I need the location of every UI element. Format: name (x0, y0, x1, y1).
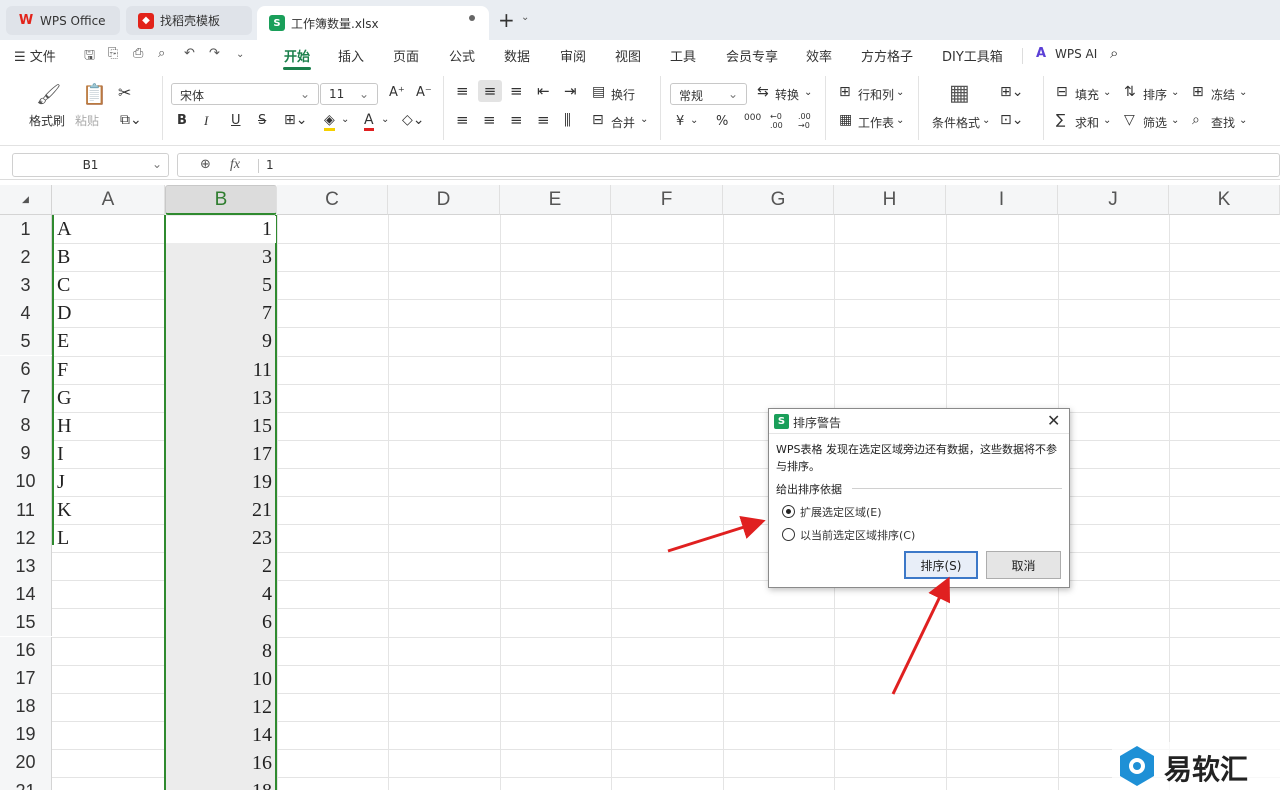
watermark-logo-icon (1120, 746, 1154, 786)
annotation-arrows (667, 515, 950, 695)
watermark-text: 易软汇 (1164, 753, 1249, 786)
watermark: 易软汇 (1112, 742, 1280, 790)
arrow-to-expand-option (667, 515, 766, 553)
arrow-to-sort-button (891, 576, 950, 695)
